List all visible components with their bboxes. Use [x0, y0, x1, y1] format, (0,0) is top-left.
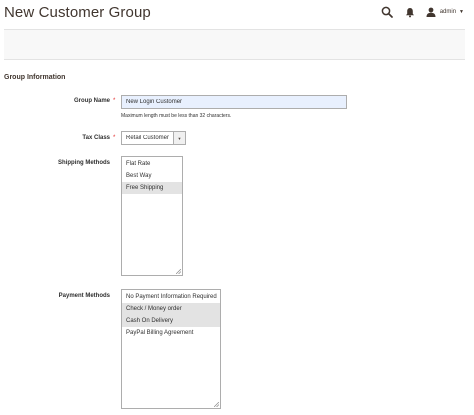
shipping-option[interactable]: Flat Rate	[122, 158, 182, 170]
resize-grip-icon[interactable]	[176, 269, 181, 274]
tax-class-select[interactable]: Retail Customer ▼	[121, 131, 186, 145]
shipping-option[interactable]: Best Way	[122, 170, 182, 182]
user-icon	[426, 7, 436, 17]
group-name-note: Maximum length must be less than 32 char…	[121, 113, 232, 119]
group-name-input[interactable]	[121, 95, 347, 109]
caret-down-icon: ▼	[459, 9, 464, 15]
payment-option[interactable]: Cash On Delivery	[122, 315, 220, 327]
payment-methods-multiselect[interactable]: No Payment Information Required Check / …	[121, 289, 221, 409]
tax-class-value: Retail Customer	[126, 135, 170, 141]
bell-icon[interactable]	[405, 7, 415, 18]
page-actions-bar	[4, 29, 465, 60]
shipping-methods-multiselect[interactable]: Flat Rate Best Way Free Shipping	[121, 156, 183, 276]
account-menu[interactable]: admin ▼	[426, 7, 464, 17]
group-name-label: Group Name	[73, 98, 110, 104]
payment-methods-label: Payment Methods	[58, 293, 110, 299]
shipping-methods-label: Shipping Methods	[58, 160, 110, 166]
required-marker: *	[113, 98, 116, 104]
account-name: admin	[439, 9, 457, 15]
select-arrow-icon[interactable]: ▼	[173, 132, 185, 144]
payment-option[interactable]: PayPal Billing Agreement	[122, 327, 220, 339]
tax-class-label: Tax Class	[82, 135, 110, 141]
header-actions: admin ▼	[381, 5, 464, 19]
section-title: Group Information	[4, 74, 66, 81]
page-title: New Customer Group	[4, 4, 151, 21]
search-icon[interactable]	[381, 6, 393, 18]
payment-option[interactable]: No Payment Information Required	[122, 291, 220, 303]
resize-grip-icon[interactable]	[214, 402, 219, 407]
shipping-option[interactable]: Free Shipping	[122, 182, 182, 194]
required-marker: *	[113, 135, 116, 141]
payment-option[interactable]: Check / Money order	[122, 303, 220, 315]
